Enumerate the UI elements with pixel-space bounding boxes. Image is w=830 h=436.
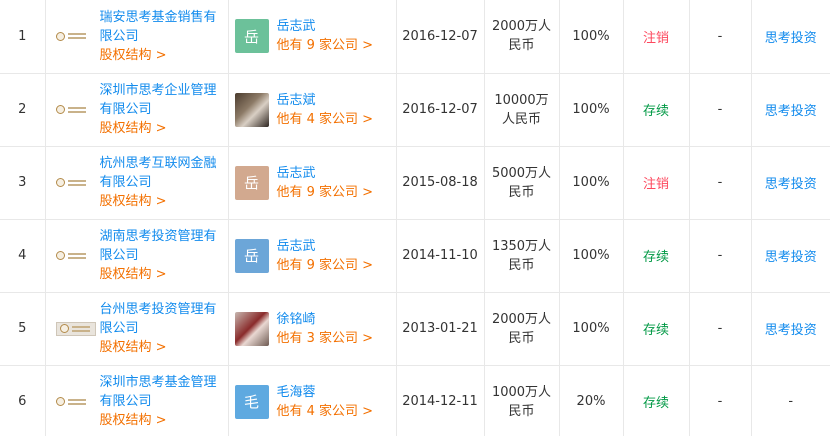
company-cell: 杭州思考互联网金融有限公司 股权结构 > [44,145,229,220]
extra-field: - [688,291,752,366]
equity-structure-link[interactable]: 股权结构 > [100,46,222,65]
person-companies-link[interactable]: 他有 9 家公司 > [277,256,374,275]
table-row: 2 深圳市思考企业管理有限公司 股权结构 > 岳志斌 他有 4 家公司 > 20… [0,72,830,147]
company-logo-icon [55,321,96,336]
status-badge: 存续 [622,364,690,436]
extra-field: - [688,0,752,74]
table-row: 3 杭州思考互联网金融有限公司 股权结构 > 岳 岳志武 他有 9 家公司 > [0,145,830,220]
related-investor[interactable]: 思考投资 [750,218,830,293]
related-investor[interactable]: 思考投资 [750,291,830,366]
extra-field: - [688,145,752,220]
related-investor[interactable]: 思考投资 [750,72,830,147]
company-logo-icon [55,29,96,43]
company-name-link[interactable]: 深圳市思考基金管理有限公司 [100,373,222,411]
established-date: 2016-12-07 [395,72,485,147]
investment-ratio: 100% [558,72,624,147]
person-name-link[interactable]: 徐铭崎 [277,310,374,329]
extra-field: - [688,218,752,293]
table-row: 6 深圳市思考基金管理有限公司 股权结构 > 毛 毛海蓉 他有 4 家公司 > [0,364,830,436]
avatar[interactable]: 岳 [234,165,269,200]
row-index: 3 [0,145,46,220]
company-cell: 湖南思考投资管理有限公司 股权结构 > [44,218,229,293]
equity-structure-link[interactable]: 股权结构 > [100,192,222,211]
company-logo-icon [55,395,96,409]
row-index: 6 [0,364,46,436]
legal-person-cell: 岳 岳志武 他有 9 家公司 > [227,0,397,74]
person-companies-link[interactable]: 他有 9 家公司 > [277,183,374,202]
related-investor[interactable]: 思考投资 [750,0,830,74]
table-row: 1 瑞安思考基金销售有限公司 股权结构 > 岳 岳志武 他有 9 家公司 > 2… [0,0,830,74]
table-body: 1 瑞安思考基金销售有限公司 股权结构 > 岳 岳志武 他有 9 家公司 > 2… [0,0,830,436]
investment-table: 1 瑞安思考基金销售有限公司 股权结构 > 岳 岳志武 他有 9 家公司 > 2… [0,0,830,436]
person-name-link[interactable]: 岳志斌 [277,91,374,110]
row-index: 4 [0,218,46,293]
row-index: 5 [0,291,46,366]
equity-structure-link[interactable]: 股权结构 > [100,411,222,430]
status-badge: 存续 [622,72,690,147]
status-badge: 注销 [622,0,690,74]
investment-ratio: 100% [558,145,624,220]
avatar[interactable]: 岳 [234,238,269,273]
avatar[interactable] [234,92,269,127]
company-name-link[interactable]: 湖南思考投资管理有限公司 [100,227,222,265]
company-cell: 瑞安思考基金销售有限公司 股权结构 > [44,0,229,74]
avatar[interactable] [234,311,269,346]
registered-capital: 2000万人民币 [483,0,560,74]
company-logo-icon [55,176,96,190]
legal-person-cell: 徐铭崎 他有 3 家公司 > [227,291,397,366]
status-badge: 存续 [622,218,690,293]
established-date: 2015-08-18 [395,145,485,220]
registered-capital: 1000万人民币 [483,364,560,436]
investment-ratio: 100% [558,218,624,293]
row-index: 2 [0,72,46,147]
row-index: 1 [0,0,46,74]
table-row: 5 台州思考投资管理有限公司 股权结构 > 徐铭崎 他有 3 家公司 > 201… [0,291,830,366]
avatar[interactable]: 岳 [234,19,269,54]
company-name-link[interactable]: 深圳市思考企业管理有限公司 [100,81,222,119]
person-companies-link[interactable]: 他有 3 家公司 > [277,329,374,348]
person-name-link[interactable]: 岳志武 [277,17,374,36]
legal-person-cell: 岳 岳志武 他有 9 家公司 > [227,218,397,293]
legal-person-cell: 毛 毛海蓉 他有 4 家公司 > [227,364,397,436]
company-cell: 深圳市思考企业管理有限公司 股权结构 > [44,72,229,147]
investment-ratio: 100% [558,291,624,366]
person-companies-link[interactable]: 他有 4 家公司 > [277,110,374,129]
established-date: 2014-11-10 [395,218,485,293]
established-date: 2014-12-11 [395,364,485,436]
registered-capital: 2000万人民币 [483,291,560,366]
investment-ratio: 20% [558,364,624,436]
equity-structure-link[interactable]: 股权结构 > [100,265,222,284]
person-name-link[interactable]: 岳志武 [277,164,374,183]
person-name-link[interactable]: 毛海蓉 [277,383,374,402]
established-date: 2013-01-21 [395,291,485,366]
company-cell: 台州思考投资管理有限公司 股权结构 > [44,291,229,366]
registered-capital: 1350万人民币 [483,218,560,293]
registered-capital: 5000万人民币 [483,145,560,220]
company-logo-icon [55,103,96,117]
equity-structure-link[interactable]: 股权结构 > [100,119,222,138]
established-date: 2016-12-07 [395,0,485,74]
avatar[interactable]: 毛 [234,384,269,419]
person-name-link[interactable]: 岳志武 [277,237,374,256]
investment-ratio: 100% [558,0,624,74]
extra-field: - [688,72,752,147]
extra-field: - [688,364,752,436]
related-investor[interactable]: - [750,364,830,436]
legal-person-cell: 岳 岳志武 他有 9 家公司 > [227,145,397,220]
table-row: 4 湖南思考投资管理有限公司 股权结构 > 岳 岳志武 他有 9 家公司 > 2… [0,218,830,293]
legal-person-cell: 岳志斌 他有 4 家公司 > [227,72,397,147]
company-logo-icon [55,249,96,263]
company-name-link[interactable]: 杭州思考互联网金融有限公司 [100,154,222,192]
status-badge: 存续 [622,291,690,366]
person-companies-link[interactable]: 他有 4 家公司 > [277,402,374,421]
equity-structure-link[interactable]: 股权结构 > [100,338,222,357]
registered-capital: 10000万人民币 [483,72,560,147]
related-investor[interactable]: 思考投资 [750,145,830,220]
company-cell: 深圳市思考基金管理有限公司 股权结构 > [44,364,229,436]
status-badge: 注销 [622,145,690,220]
company-name-link[interactable]: 瑞安思考基金销售有限公司 [100,8,222,46]
person-companies-link[interactable]: 他有 9 家公司 > [277,36,374,55]
company-name-link[interactable]: 台州思考投资管理有限公司 [100,300,222,338]
